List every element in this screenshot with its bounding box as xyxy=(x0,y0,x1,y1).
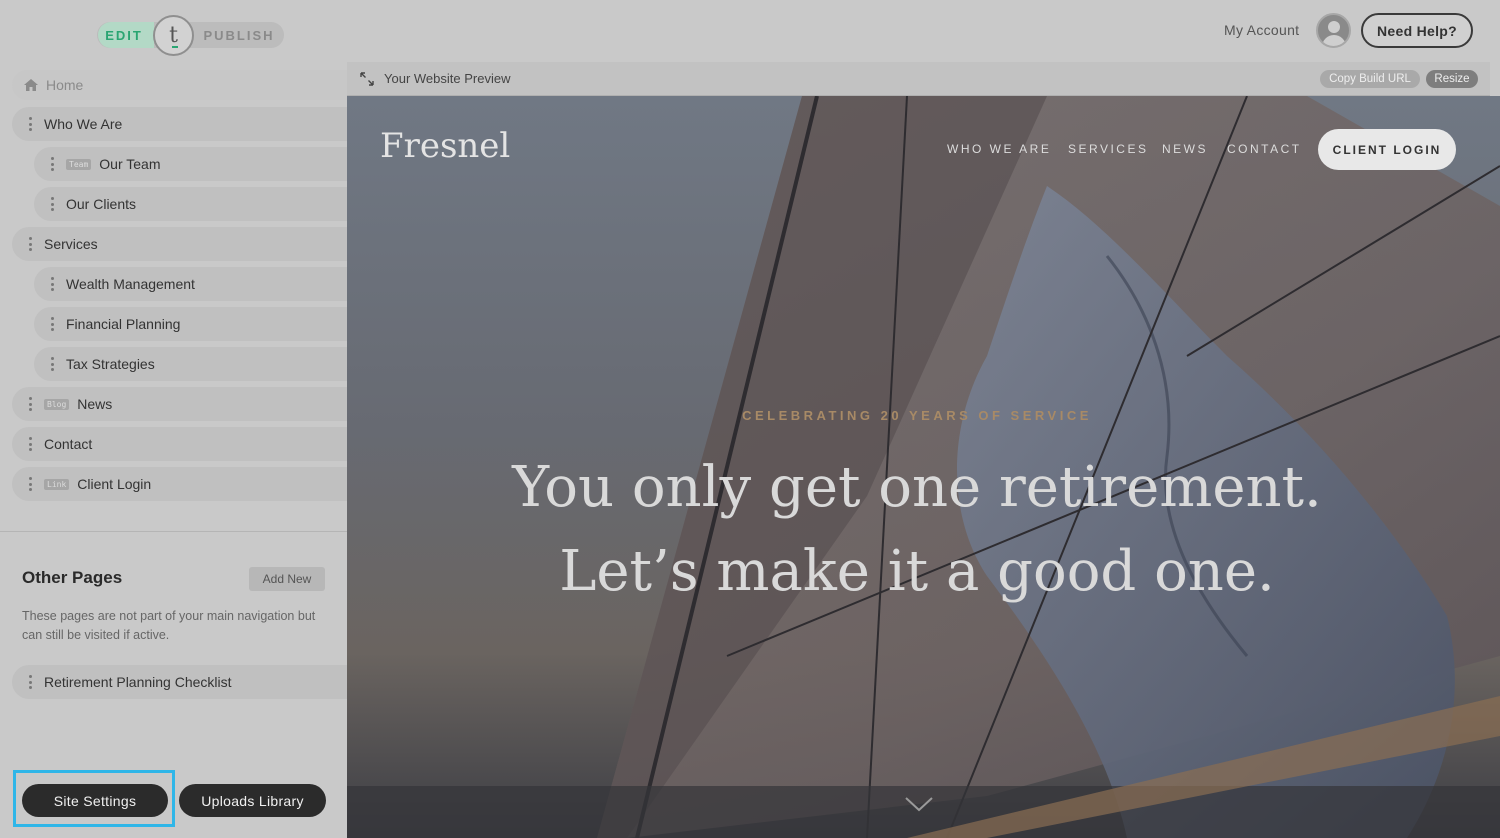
site-client-login-button[interactable]: CLIENT LOGIN xyxy=(1318,129,1456,170)
sidebar-item-label: Retirement Planning Checklist xyxy=(44,674,232,690)
avatar[interactable] xyxy=(1316,13,1351,48)
drag-handle-icon[interactable] xyxy=(50,157,54,171)
sidebar-item-label: Home xyxy=(46,77,84,93)
sidebar-item-wealth-management[interactable]: Wealth Management xyxy=(34,267,347,301)
sidebar-item-tax-strategies[interactable]: Tax Strategies xyxy=(34,347,347,381)
app-logo-letter: t xyxy=(169,23,178,48)
page-type-tag: Team xyxy=(66,158,92,170)
sidebar-item-label: Contact xyxy=(44,436,93,452)
need-help-button[interactable]: Need Help? xyxy=(1361,13,1473,48)
site-nav-contact[interactable]: CONTACT xyxy=(1227,142,1302,156)
app-logo[interactable]: t xyxy=(153,15,194,56)
drag-handle-icon[interactable] xyxy=(50,357,54,371)
sidebar-item-our-team[interactable]: Team Our Team xyxy=(34,147,347,181)
expand-icon[interactable] xyxy=(360,72,374,86)
hero-headline-line1: You only get one retirement. xyxy=(512,455,1322,520)
page-type-tag: Blog xyxy=(44,398,70,410)
drag-handle-icon[interactable] xyxy=(50,317,54,331)
hero-headline-line2: Let’s make it a good one. xyxy=(559,539,1275,604)
preview-toolbar: Your Website Preview Copy Build URL Resi… xyxy=(347,62,1490,96)
scroll-down-chevron-icon[interactable] xyxy=(904,794,934,814)
app-logo-underline xyxy=(172,46,178,48)
drag-handle-icon[interactable] xyxy=(28,477,32,491)
sidebar-item-label: Wealth Management xyxy=(66,276,195,292)
site-settings-button[interactable]: Site Settings xyxy=(22,784,168,817)
sidebar-item-home[interactable]: Home xyxy=(12,70,347,100)
site-nav-who-we-are[interactable]: WHO WE ARE xyxy=(947,142,1051,156)
drag-handle-icon[interactable] xyxy=(28,675,32,689)
resize-button[interactable]: Resize xyxy=(1426,70,1478,88)
sidebar-item-label: Financial Planning xyxy=(66,316,181,332)
drag-handle-icon[interactable] xyxy=(28,437,32,451)
sidebar-item-label: Who We Are xyxy=(44,116,123,132)
sidebar-item-who-we-are[interactable]: Who We Are xyxy=(12,107,347,141)
hero-kicker: CELEBRATING 20 YEARS OF SERVICE xyxy=(742,408,1092,423)
drag-handle-icon[interactable] xyxy=(28,237,32,251)
sidebar: Home Who We Are Team Our Team Our Client… xyxy=(0,62,347,838)
drag-handle-icon[interactable] xyxy=(50,277,54,291)
home-icon xyxy=(24,79,38,91)
website-preview: Fresnel WHO WE ARE SERVICES NEWS CONTACT… xyxy=(347,96,1500,838)
sidebar-item-label: Tax Strategies xyxy=(66,356,155,372)
drag-handle-icon[interactable] xyxy=(50,197,54,211)
drag-handle-icon[interactable] xyxy=(28,117,32,131)
avatar-body-icon xyxy=(1322,35,1346,46)
publish-mode-button[interactable]: PUBLISH xyxy=(196,22,282,48)
site-logo[interactable]: Fresnel xyxy=(380,126,510,166)
sidebar-divider xyxy=(0,531,347,532)
edit-mode-button[interactable]: EDIT xyxy=(98,22,154,48)
site-nav-news[interactable]: NEWS xyxy=(1162,142,1208,156)
sidebar-item-news[interactable]: Blog News xyxy=(12,387,347,421)
sidebar-item-services[interactable]: Services xyxy=(12,227,347,261)
uploads-library-button[interactable]: Uploads Library xyxy=(179,784,326,817)
sidebar-item-client-login[interactable]: Link Client Login xyxy=(12,467,347,501)
sidebar-item-label: News xyxy=(77,396,113,412)
copy-build-url-button[interactable]: Copy Build URL xyxy=(1320,70,1420,88)
sidebar-item-label: Our Team xyxy=(99,156,161,172)
sidebar-item-financial-planning[interactable]: Financial Planning xyxy=(34,307,347,341)
other-pages-title: Other Pages xyxy=(22,568,123,587)
add-new-page-button[interactable]: Add New xyxy=(249,567,325,591)
other-page-item-retirement-checklist[interactable]: Retirement Planning Checklist xyxy=(12,665,347,699)
drag-handle-icon[interactable] xyxy=(28,397,32,411)
sidebar-item-contact[interactable]: Contact xyxy=(12,427,347,461)
sidebar-item-label: Client Login xyxy=(77,476,152,492)
site-nav-services[interactable]: SERVICES xyxy=(1068,142,1148,156)
sidebar-item-label: Our Clients xyxy=(66,196,137,212)
my-account-link[interactable]: My Account xyxy=(1224,22,1299,40)
sidebar-item-label: Services xyxy=(44,236,98,252)
page-type-tag: Link xyxy=(44,478,70,490)
avatar-head-icon xyxy=(1328,21,1340,33)
other-pages-description: These pages are not part of your main na… xyxy=(22,609,316,642)
sidebar-item-our-clients[interactable]: Our Clients xyxy=(34,187,347,221)
preview-title: Your Website Preview xyxy=(384,71,511,86)
